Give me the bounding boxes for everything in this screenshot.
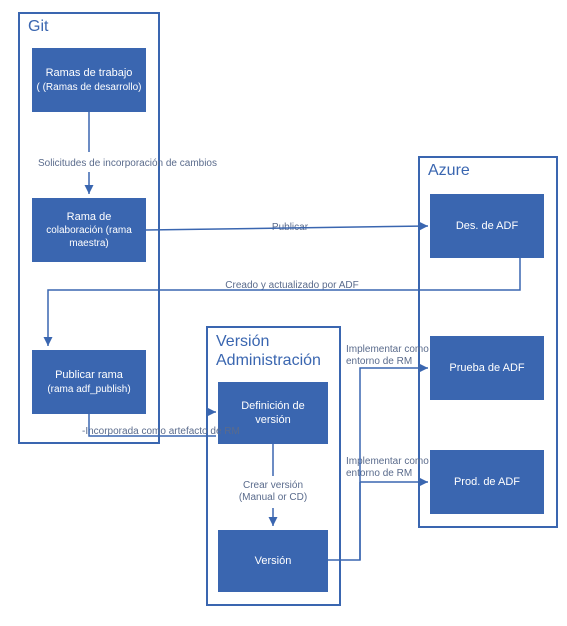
azure-title: Azure bbox=[428, 162, 470, 180]
release-mgmt-title-line2: Administración bbox=[216, 352, 321, 369]
working-branches-l1: Ramas de trabajo bbox=[46, 66, 133, 80]
working-branches-box: Ramas de trabajo ( (Ramas de desarrollo) bbox=[32, 48, 146, 112]
adf-test-l1: Prueba de ADF bbox=[449, 361, 524, 375]
deploy-env-test-l1: Implementar como bbox=[346, 344, 429, 355]
deploy-env-prod-l2: entorno de RM bbox=[346, 468, 412, 479]
publish-branch-box: Publicar rama (rama adf_publish) bbox=[32, 350, 146, 414]
deploy-env-prod-label: Implementar como entorno de RM bbox=[346, 456, 434, 480]
release-mgmt-title: Versión Administración bbox=[216, 332, 321, 370]
collab-branch-l2: colaboración (rama maestra) bbox=[36, 224, 142, 250]
release-mgmt-title-line1: Versión bbox=[216, 333, 269, 350]
adf-dev-l1: Des. de ADF bbox=[456, 219, 518, 233]
publish-label: Publicar bbox=[250, 222, 330, 234]
deploy-env-test-label: Implementar como entorno de RM bbox=[346, 344, 434, 368]
create-release-l1: Crear versión bbox=[243, 480, 303, 491]
working-branches-l2: ( (Ramas de desarrollo) bbox=[36, 81, 141, 94]
deploy-env-prod-l1: Implementar como bbox=[346, 456, 429, 467]
create-release-label: Crear versión (Manual or CD) bbox=[218, 480, 328, 504]
pull-requests-label: Solicitudes de incorporación de cambios bbox=[38, 158, 238, 170]
release-l1: Versión bbox=[255, 554, 292, 568]
created-updated-label: Creado y actualizado por ADF bbox=[202, 280, 382, 292]
collab-branch-l1: Rama de bbox=[67, 210, 112, 224]
create-release-l2: (Manual or CD) bbox=[239, 492, 307, 503]
adf-dev-box: Des. de ADF bbox=[430, 194, 544, 258]
git-title: Git bbox=[28, 18, 48, 36]
publish-branch-l1: Publicar rama bbox=[55, 368, 123, 382]
adf-prod-l1: Prod. de ADF bbox=[454, 475, 520, 489]
publish-branch-l2: (rama adf_publish) bbox=[47, 383, 130, 396]
adf-prod-box: Prod. de ADF bbox=[430, 450, 544, 514]
release-def-l1: Definición de versión bbox=[222, 399, 324, 428]
diagram-canvas: Git Versión Administración Azure Ramas d… bbox=[0, 0, 567, 626]
collaboration-branch-box: Rama de colaboración (rama maestra) bbox=[32, 198, 146, 262]
adf-test-box: Prueba de ADF bbox=[430, 336, 544, 400]
release-box: Versión bbox=[218, 530, 328, 592]
pulled-artifact-label: -Incorporada como artefacto de RM bbox=[82, 426, 252, 438]
deploy-env-test-l2: entorno de RM bbox=[346, 356, 412, 367]
